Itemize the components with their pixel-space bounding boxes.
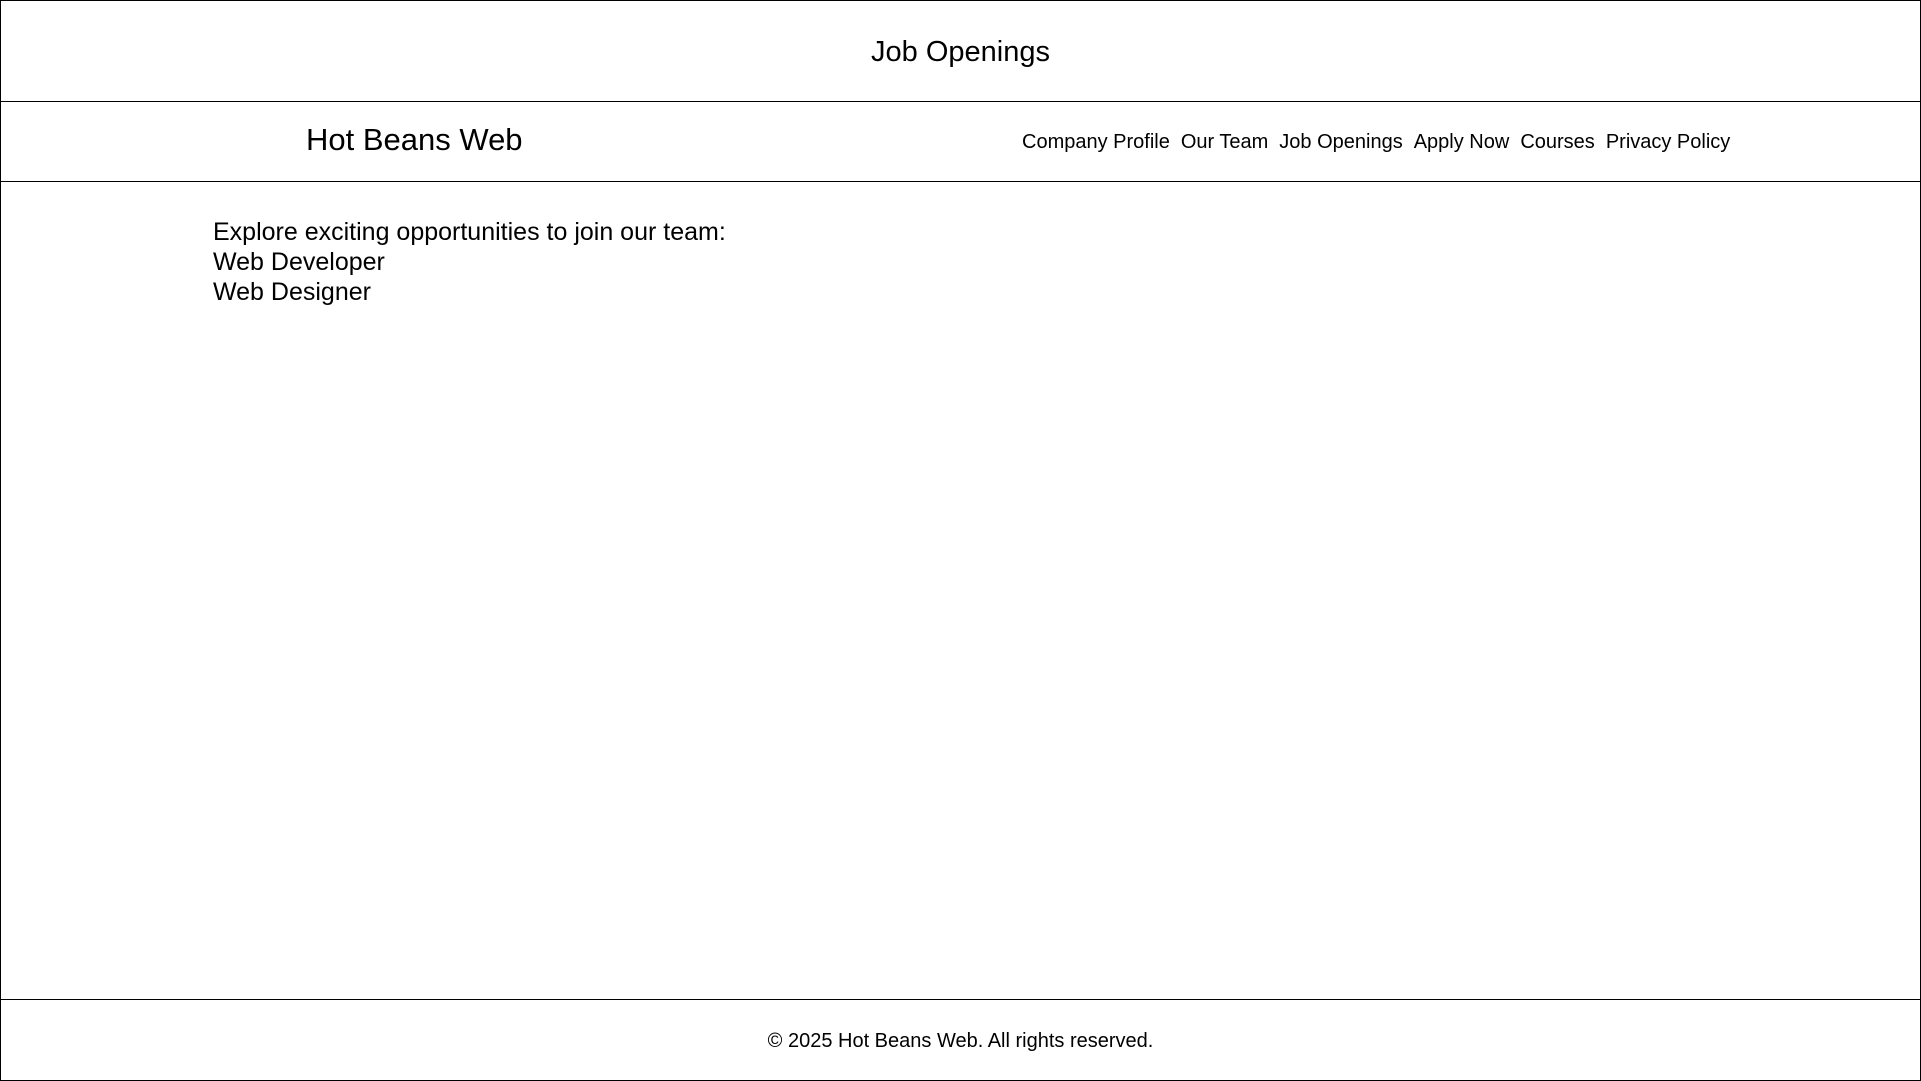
brand-name: Hot Beans Web xyxy=(306,122,523,157)
job-item-web-designer: Web Designer xyxy=(213,278,371,306)
nav-link-company-profile[interactable]: Company Profile xyxy=(1022,130,1170,154)
nav-link-job-openings[interactable]: Job Openings xyxy=(1279,130,1402,154)
nav-link-courses[interactable]: Courses xyxy=(1520,130,1594,154)
title-banner: Job Openings xyxy=(1,1,1920,102)
site-footer: © 2025 Hot Beans Web. All rights reserve… xyxy=(1,999,1920,1081)
job-list: Web Developer Web Designer xyxy=(213,247,726,307)
site-header: Hot Beans Web Company Profile Our Team J… xyxy=(1,102,1920,182)
job-item-web-developer: Web Developer xyxy=(213,248,385,276)
main-content: Explore exciting opportunities to join o… xyxy=(213,217,726,307)
page-title: Job Openings xyxy=(871,35,1050,68)
nav-link-privacy-policy[interactable]: Privacy Policy xyxy=(1606,130,1730,154)
intro-text: Explore exciting opportunities to join o… xyxy=(213,218,726,246)
nav-link-our-team[interactable]: Our Team xyxy=(1181,130,1268,154)
main-nav: Company Profile Our Team Job Openings Ap… xyxy=(1022,130,1730,154)
nav-link-apply-now[interactable]: Apply Now xyxy=(1414,130,1510,154)
page: Job Openings Hot Beans Web Company Profi… xyxy=(0,0,1921,1081)
copyright-text: © 2025 Hot Beans Web. All rights reserve… xyxy=(767,1030,1154,1052)
